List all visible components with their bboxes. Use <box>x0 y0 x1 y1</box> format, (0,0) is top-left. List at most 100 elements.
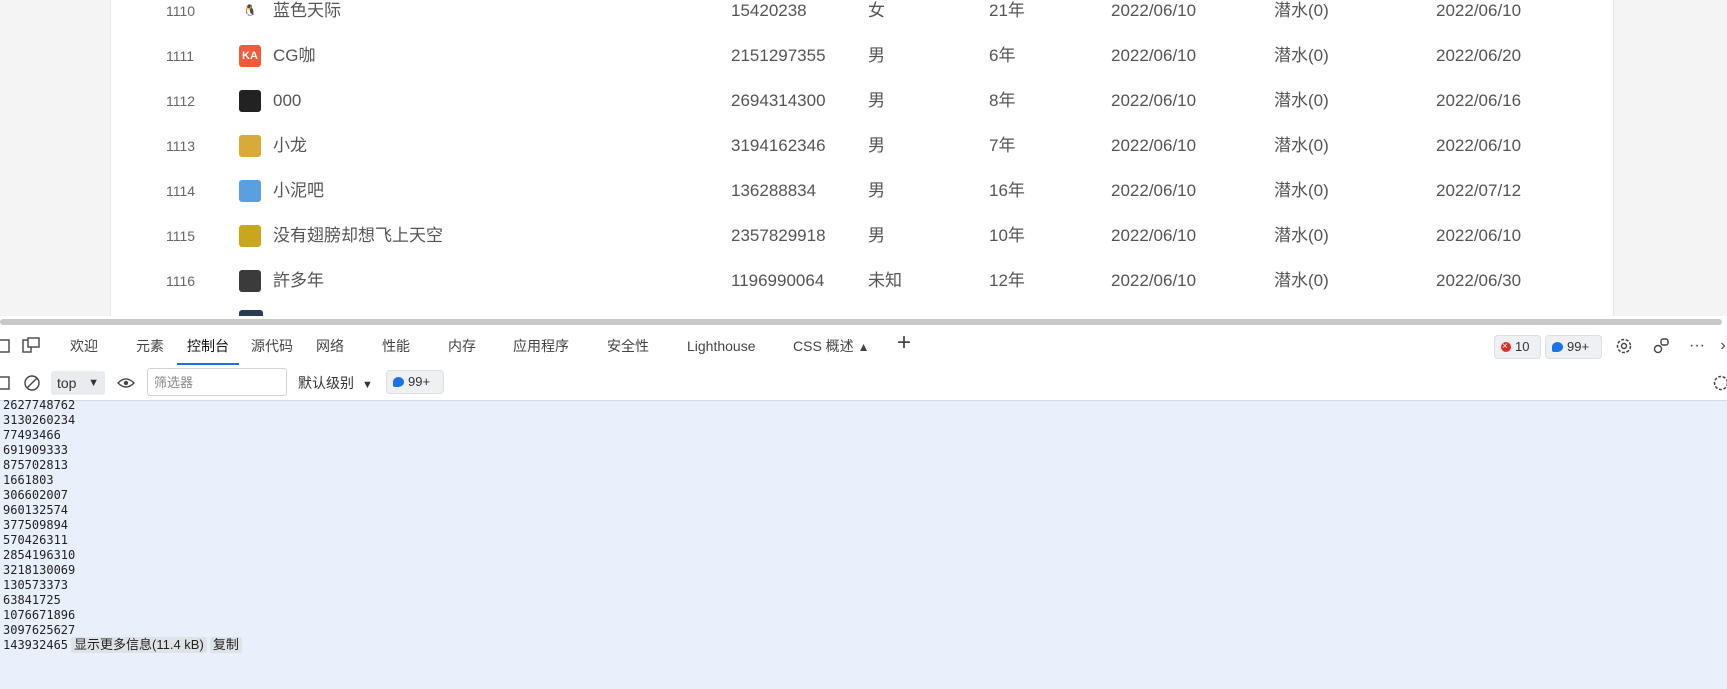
error-icon <box>1501 335 1511 359</box>
member-qq-age: 12年 <box>989 270 1025 290</box>
member-gender: 男 <box>868 135 885 155</box>
console-log-line: 77493466 <box>3 428 61 442</box>
member-index: 1116 <box>166 272 196 289</box>
member-qq: 1196990064 <box>731 270 825 290</box>
console-log-line: 2854196310 <box>3 548 76 562</box>
member-level: 潜水(0) <box>1274 180 1329 200</box>
copy-button[interactable]: 复制 <box>209 637 242 653</box>
console-log-line: 2627748762 <box>3 398 76 412</box>
log-level-selector[interactable]: 默认级别 ▼ <box>298 371 373 395</box>
console-log-line: 691909333 <box>3 443 69 457</box>
chevron-down-icon: ▼ <box>88 377 99 389</box>
member-last-speak: 2022/06/16 <box>1436 90 1522 110</box>
tab-lighthouse[interactable]: Lighthouse <box>687 328 756 365</box>
sidebar-toggle-icon[interactable] <box>0 374 12 392</box>
console-log-line: 3218130069 <box>3 563 76 577</box>
more-tabs-plus-icon[interactable]: + <box>895 329 913 356</box>
member-join-date: 2022/06/10 <box>1111 270 1197 290</box>
table-row: 1113 小龙 3194162346 男 7年 2022/06/10 潜水(0) 2022/0… <box>111 123 1613 168</box>
avatar-cell <box>239 258 263 303</box>
member-join-date: 2022/06/10 <box>1111 135 1197 155</box>
tab-memory[interactable]: 内存 <box>448 328 476 365</box>
issues-icon <box>393 377 404 387</box>
tab-css-overview-label: CSS 概述 <box>793 338 854 354</box>
member-level: 潜水(0) <box>1274 225 1329 245</box>
issues-count-badge[interactable]: 99+ <box>386 370 444 394</box>
tab-application[interactable]: 应用程序 <box>513 328 569 365</box>
avatar-cell <box>239 78 263 123</box>
member-qq: 2357829918 <box>731 225 826 245</box>
member-join-date: 2022/06/10 <box>1111 45 1197 65</box>
console-log-line: 130573373 <box>3 578 69 592</box>
tab-welcome[interactable]: 欢迎 <box>70 328 98 365</box>
console-filter-bar: top ▼ 默认级别 ▼ 99+ <box>0 365 1727 401</box>
tab-console[interactable]: 控制台 <box>177 328 239 365</box>
tab-network[interactable]: 网络 <box>316 328 344 365</box>
devtools-panel: 欢迎 元素 控制台 源代码 网络 性能 内存 应用程序 安全性 Lighthou… <box>0 328 1727 689</box>
member-last-speak: 2022/06/20 <box>1436 45 1522 65</box>
avatar-cell: 🐧 <box>239 0 263 33</box>
member-qq-age: 6年 <box>989 45 1016 65</box>
web-page-area: 1110 蓝色天际 15420238 女 21年 2022/06/10 潜水(0) 2022/… <box>0 0 1727 316</box>
member-join-date: 2022/06/10 <box>1111 180 1197 200</box>
more-options-icon[interactable]: ··· <box>1688 337 1706 355</box>
member-qq: 15420238 <box>731 0 807 20</box>
member-join-date: 2022/06/10 <box>1111 0 1197 20</box>
blocks-avatar <box>239 179 261 202</box>
member-last-speak: 2022/06/10 <box>1436 135 1522 155</box>
console-filter-input[interactable] <box>147 368 287 396</box>
member-gender: 男 <box>868 180 885 200</box>
show-more-button[interactable]: 显示更多信息(11.4 kB) <box>71 637 207 653</box>
message-count: 99+ <box>1567 339 1590 354</box>
message-count-badge[interactable]: 99+ <box>1545 335 1602 359</box>
member-gender: 男 <box>868 45 885 65</box>
devtools-splitter[interactable] <box>0 316 1727 328</box>
message-icon <box>1552 342 1563 352</box>
tab-sources[interactable]: 源代码 <box>251 328 293 365</box>
member-join-date: 2022/06/10 <box>1111 90 1197 110</box>
error-count-badge[interactable]: 10 <box>1494 335 1541 359</box>
console-log-line: 875702813 <box>3 458 69 472</box>
console-log-line: 3130260234 <box>3 413 76 427</box>
settings-gear-icon[interactable] <box>1615 337 1633 355</box>
tab-elements[interactable]: 元素 <box>136 328 164 365</box>
member-index: 1110 <box>166 2 196 19</box>
member-index: 1115 <box>166 227 196 244</box>
member-name: 蓝色天际 <box>273 0 341 20</box>
penguin-avatar: 🐧 <box>239 0 261 22</box>
member-qq: 2151297355 <box>731 45 826 65</box>
member-index: 1111 <box>166 47 195 64</box>
horizontal-scrollbar[interactable] <box>0 319 1722 325</box>
tab-performance[interactable]: 性能 <box>382 328 410 365</box>
close-chevron-icon[interactable]: › <box>1714 337 1727 355</box>
context-selector[interactable]: top ▼ <box>51 371 105 395</box>
field-avatar <box>239 224 261 247</box>
member-join-date: 2022/06/10 <box>1111 225 1197 245</box>
member-last-speak: 2022/06/10 <box>1436 0 1522 20</box>
table-row: 1110 蓝色天际 15420238 女 21年 2022/06/10 潜水(0) 2022/… <box>111 0 1613 33</box>
member-qq-age: 8年 <box>989 90 1016 110</box>
member-level: 潜水(0) <box>1274 0 1329 20</box>
log-level-label: 默认级别 <box>298 375 354 391</box>
device-toolbar-icon[interactable] <box>22 337 40 355</box>
inspect-icon[interactable] <box>0 337 12 355</box>
member-level: 潜水(0) <box>1274 45 1329 65</box>
member-table: 1110 蓝色天际 15420238 女 21年 2022/06/10 潜水(0) 2022/… <box>110 0 1614 316</box>
console-settings-gear-icon[interactable] <box>1712 374 1727 392</box>
table-row: 1112 000 2694314300 男 8年 2022/06/10 潜水(0) 2022/… <box>111 78 1613 123</box>
member-qq: 3194162346 <box>731 135 826 155</box>
clear-console-icon[interactable] <box>23 374 41 392</box>
live-expression-eye-icon[interactable] <box>117 374 135 392</box>
member-gender: 男 <box>868 225 885 245</box>
tab-css-overview[interactable]: CSS 概述 ▲ <box>793 328 869 365</box>
member-last-speak: 2022/06/30 <box>1436 270 1522 290</box>
console-output: 2627748762 3130260234 77493466 691909333 875… <box>0 398 1727 689</box>
devtools-tabbar: 欢迎 元素 控制台 源代码 网络 性能 内存 应用程序 安全性 Lighthou… <box>0 328 1727 366</box>
member-name: 小泥吧 <box>273 180 324 200</box>
tab-security[interactable]: 安全性 <box>607 328 649 365</box>
member-last-speak: 2022/07/12 <box>1436 180 1522 200</box>
console-log-line: 377509894 <box>3 518 69 532</box>
error-count: 10 <box>1515 339 1530 354</box>
customize-connect-icon[interactable] <box>1652 337 1670 355</box>
member-name: CG咖 <box>273 45 316 65</box>
